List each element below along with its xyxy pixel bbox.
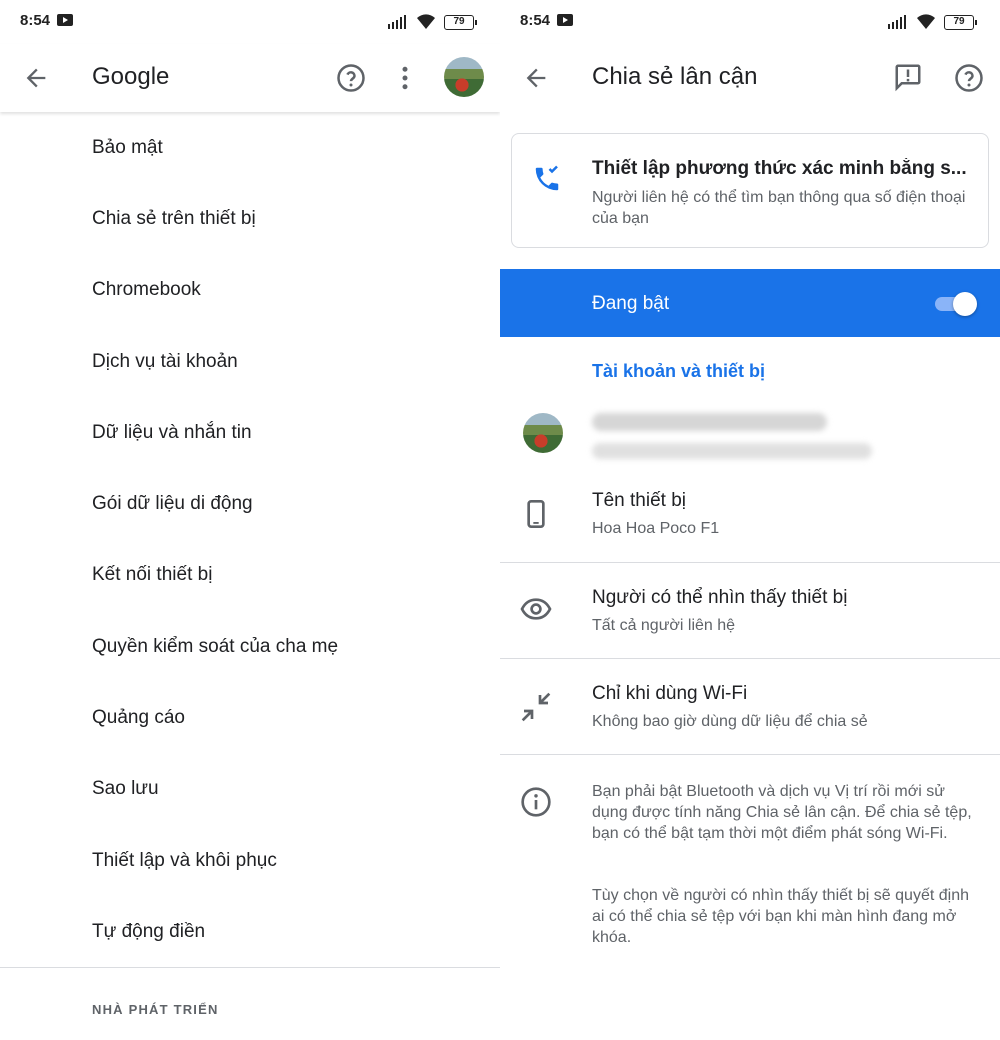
youtube-notification-icon bbox=[557, 14, 573, 26]
info-icon bbox=[521, 787, 551, 817]
card-title: Thiết lập phương thức xác minh bằng s... bbox=[592, 158, 967, 179]
section-header-account-devices: Tài khoản và thiết bị bbox=[592, 361, 766, 381]
data-usage-value: Không bao giờ dùng dữ liệu để chia sẻ bbox=[592, 713, 868, 730]
menu-item-ads[interactable]: Quảng cáo bbox=[0, 682, 500, 753]
blurred-account-name bbox=[592, 413, 827, 431]
visibility-title: Người có thể nhìn thấy thiết bị bbox=[592, 587, 848, 608]
status-time: 8:54 bbox=[520, 12, 551, 29]
back-arrow-icon[interactable] bbox=[522, 64, 550, 92]
back-arrow-icon[interactable] bbox=[22, 64, 50, 92]
data-usage-title: Chỉ khi dùng Wi-Fi bbox=[592, 683, 748, 704]
switch-thumb bbox=[953, 292, 977, 316]
divider bbox=[500, 754, 1000, 755]
google-settings-screen: 8:54 79 Google Bảo mật Chia sẻ trên thiế… bbox=[0, 0, 500, 1040]
account-avatar[interactable] bbox=[444, 57, 484, 97]
status-time: 8:54 bbox=[20, 12, 51, 29]
help-icon[interactable] bbox=[336, 63, 366, 93]
battery-icon: 79 bbox=[944, 14, 977, 30]
device-name-value: Hoa Hoa Poco F1 bbox=[592, 520, 720, 537]
wifi-icon bbox=[417, 14, 435, 29]
app-bar: Chia sẻ lân cận bbox=[500, 44, 1000, 112]
settings-menu: Bảo mật Chia sẻ trên thiết bị Chromebook… bbox=[0, 112, 500, 968]
page-title: Chia sẻ lân cận bbox=[592, 63, 758, 90]
account-avatar bbox=[523, 413, 563, 453]
phone-verification-card[interactable]: Thiết lập phương thức xác minh bằng s...… bbox=[511, 133, 989, 248]
menu-item-autofill[interactable]: Tự động điền bbox=[0, 896, 500, 967]
eye-icon bbox=[520, 598, 552, 620]
menu-item-device-connections[interactable]: Kết nối thiết bị bbox=[0, 540, 500, 611]
menu-item-security[interactable]: Bảo mật bbox=[0, 112, 500, 183]
section-header-developer: NHÀ PHÁT TRIỂN bbox=[92, 1002, 219, 1017]
menu-item-parental-controls[interactable]: Quyền kiểm soát của cha mẹ bbox=[0, 611, 500, 682]
status-bar: 8:54 79 bbox=[500, 0, 1000, 44]
menu-item-account-services[interactable]: Dịch vụ tài khoản bbox=[0, 326, 500, 397]
wifi-icon bbox=[917, 14, 935, 29]
card-subtitle: Người liên hệ có thể tìm bạn thông qua s… bbox=[592, 189, 966, 227]
phone-verify-icon bbox=[535, 165, 559, 191]
compress-arrows-icon bbox=[521, 692, 551, 722]
more-vert-icon[interactable] bbox=[390, 63, 420, 93]
page-title: Google bbox=[92, 63, 170, 90]
nearby-share-screen: 8:54 79 Chia sẻ lân cận Thiết lập phương… bbox=[500, 0, 1000, 1040]
status-indicators: 79 bbox=[388, 12, 477, 32]
app-bar: Google bbox=[0, 44, 500, 112]
device-name-row[interactable]: Tên thiết bị Hoa Hoa Poco F1 bbox=[500, 480, 1000, 562]
status-bar: 8:54 79 bbox=[0, 0, 500, 44]
blurred-account-email bbox=[592, 443, 872, 459]
battery-icon: 79 bbox=[444, 14, 477, 30]
info-text-visibility: Tùy chọn về người có nhìn thấy thiết bị … bbox=[592, 887, 969, 946]
info-text-bluetooth: Bạn phải bật Bluetooth và dịch vụ Vị trí… bbox=[592, 783, 972, 842]
toggle-label: Đang bật bbox=[592, 293, 670, 314]
visibility-value: Tất cả người liên hệ bbox=[592, 617, 736, 634]
device-name-title: Tên thiết bị bbox=[592, 490, 686, 511]
nearby-share-toggle-row[interactable]: Đang bật bbox=[500, 269, 1000, 337]
menu-item-data-messaging[interactable]: Dữ liệu và nhắn tin bbox=[0, 397, 500, 468]
menu-item-setup-restore[interactable]: Thiết lập và khôi phục bbox=[0, 825, 500, 896]
signal-icon bbox=[388, 15, 406, 29]
smartphone-icon bbox=[527, 500, 545, 528]
status-indicators: 79 bbox=[888, 12, 977, 32]
menu-item-chromebook[interactable]: Chromebook bbox=[0, 255, 500, 326]
visibility-row[interactable]: Người có thể nhìn thấy thiết bị Tất cả n… bbox=[500, 563, 1000, 658]
menu-item-device-sharing[interactable]: Chia sẻ trên thiết bị bbox=[0, 183, 500, 254]
help-icon[interactable] bbox=[954, 63, 984, 93]
signal-icon bbox=[888, 15, 906, 29]
youtube-notification-icon bbox=[57, 14, 73, 26]
menu-item-backup[interactable]: Sao lưu bbox=[0, 754, 500, 825]
feedback-icon[interactable] bbox=[893, 62, 923, 92]
nearby-share-switch[interactable] bbox=[933, 291, 977, 316]
divider bbox=[0, 967, 500, 968]
data-usage-row[interactable]: Chỉ khi dùng Wi-Fi Không bao giờ dùng dữ… bbox=[500, 659, 1000, 754]
menu-item-mobile-data[interactable]: Gói dữ liệu di động bbox=[0, 468, 500, 539]
